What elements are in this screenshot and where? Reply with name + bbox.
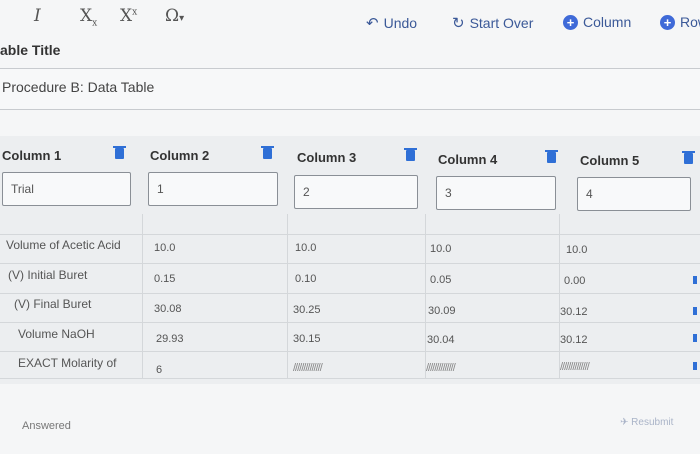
undo-button[interactable]: ↶ Undo [366,14,417,32]
plus-icon: + [563,14,578,30]
add-column-button[interactable]: + Column [563,14,631,30]
trash-icon[interactable] [404,148,417,161]
data-table: Column 1 Column 2 Column 3 Column 4 Colu… [0,136,700,384]
row-label[interactable]: (V) Initial Buret [8,268,87,282]
table-cell[interactable]: 30.15 [293,333,321,345]
trial-cell-1[interactable]: 1 [148,172,278,206]
trash-icon[interactable] [545,150,558,163]
table-cell[interactable]: 30.25 [293,304,321,316]
table-cell[interactable]: 30.12 [560,334,588,346]
trial-cell-2[interactable]: 2 [294,175,418,209]
table-title-label: able Title [0,42,61,58]
trial-cell-3[interactable]: 3 [436,176,556,210]
trash-icon[interactable] [682,151,695,164]
italic-button[interactable]: I [34,6,41,26]
row-label[interactable]: Volume NaOH [18,327,95,341]
row-label[interactable]: EXACT Molarity of [18,356,116,370]
table-cell[interactable]: 10.0 [154,242,175,254]
row-delete-icon[interactable] [693,307,697,315]
row-delete-icon[interactable] [693,362,697,370]
row-divider [0,322,700,323]
column-divider [142,214,143,378]
undo-icon: ↶ [366,15,379,32]
row-divider [0,263,700,264]
column-header-5[interactable]: Column 5 [580,153,639,168]
table-cell[interactable]: 29.93 [156,333,184,345]
row-divider [0,293,700,294]
special-characters-button[interactable]: Ω▾ [165,6,184,26]
trash-icon[interactable] [261,146,274,159]
row-divider [0,378,700,379]
table-cell[interactable]: 6 [156,364,162,376]
column-header-3[interactable]: Column 3 [297,150,356,165]
table-cell[interactable]: 0.15 [154,273,175,285]
table-cell[interactable]: 10.0 [566,244,587,256]
table-cell[interactable]: 10.0 [430,243,451,255]
table-cell[interactable]: 30.04 [427,334,455,346]
table-cell[interactable]: 10.0 [295,242,316,254]
column-header-1[interactable]: Column 1 [2,148,61,163]
row-delete-icon[interactable] [693,334,697,342]
trial-cell-label[interactable]: Trial [2,172,131,206]
refresh-icon: ↻ [452,15,465,32]
column-divider [559,214,560,378]
column-divider [287,214,288,378]
row-divider [0,351,700,352]
resubmit-button[interactable]: ✈ Resubmit [620,417,673,428]
superscript-button[interactable]: Xx [120,6,137,26]
table-title-input[interactable]: Procedure B: Data Table [0,68,700,110]
table-cell[interactable]: 30.08 [154,303,182,315]
table-cell-disabled: ////////////// [426,362,456,374]
subscript-button[interactable]: Xx [80,6,97,28]
row-divider [0,234,700,235]
start-over-button[interactable]: ↻ Start Over [452,14,533,32]
row-label[interactable]: Volume of Acetic Acid [6,238,121,252]
table-cell-disabled: ////////////// [293,362,323,374]
table-cell[interactable]: 30.09 [428,305,456,317]
chevron-down-icon: ▾ [179,13,185,24]
plus-icon: + [660,14,675,30]
trash-icon[interactable] [113,146,126,159]
column-header-4[interactable]: Column 4 [438,152,497,167]
row-label[interactable]: (V) Final Buret [14,297,91,311]
row-delete-icon[interactable] [693,276,697,284]
column-header-2[interactable]: Column 2 [150,148,209,163]
column-divider [425,214,426,378]
table-cell[interactable]: 0.05 [430,274,451,286]
add-row-button[interactable]: + Row [660,14,700,30]
status-answered: Answered [22,420,71,432]
trial-cell-4[interactable]: 4 [577,177,691,211]
table-cell[interactable]: 30.12 [560,306,588,318]
editor-toolbar: I Xx Xx Ω▾ ↶ Undo ↻ Start Over + Column … [0,0,700,40]
table-cell[interactable]: 0.00 [564,275,585,287]
send-icon: ✈ [620,417,629,428]
table-cell-disabled: ////////////// [560,361,590,373]
table-cell[interactable]: 0.10 [295,273,316,285]
